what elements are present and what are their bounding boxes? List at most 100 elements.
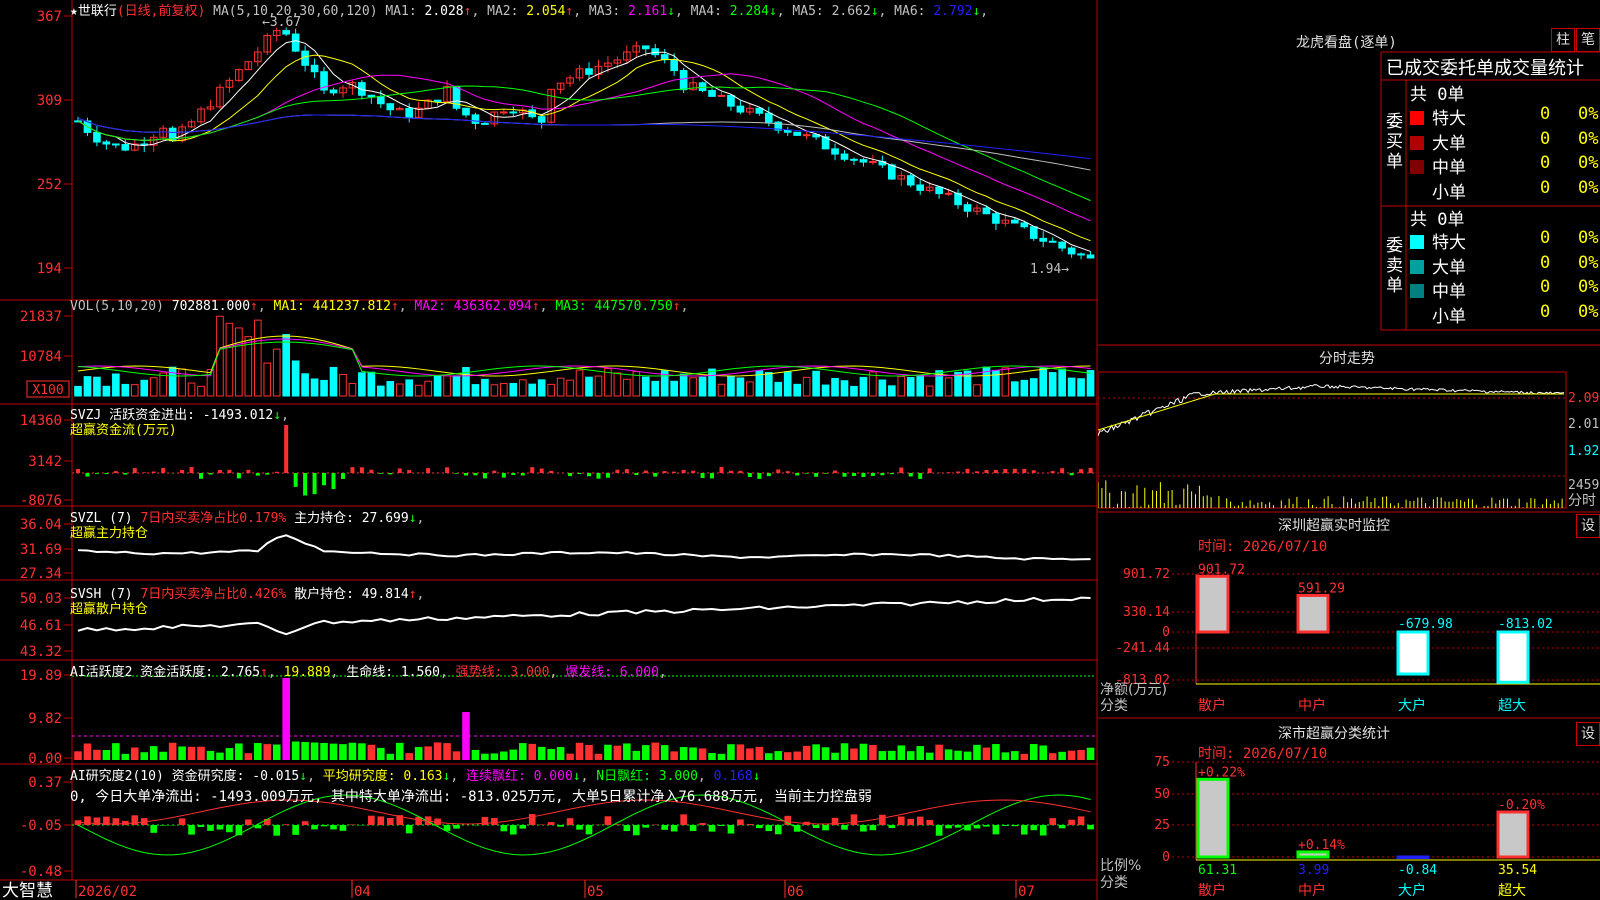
volume-bar bbox=[509, 382, 518, 397]
volume-bar bbox=[1048, 372, 1057, 397]
svzj-bar bbox=[199, 473, 204, 479]
vol-ma-value-3: 447570.750 bbox=[594, 299, 673, 314]
column-button[interactable]: 柱 bbox=[1551, 28, 1575, 52]
monitor-settings-button[interactable]: 设 bbox=[1576, 514, 1600, 538]
ai1-bar bbox=[452, 751, 461, 760]
row-label: 大单 bbox=[1432, 257, 1466, 278]
svzj-bar bbox=[568, 473, 573, 477]
ai1-bar bbox=[1086, 747, 1095, 760]
svzj-bar bbox=[795, 473, 800, 476]
row-label: 小单 bbox=[1432, 306, 1466, 327]
volume-bar bbox=[764, 372, 773, 397]
candle-body bbox=[850, 158, 858, 161]
svzj-bar bbox=[1050, 471, 1055, 473]
ai2-bar bbox=[907, 818, 915, 825]
svzj-bar bbox=[889, 473, 894, 475]
ai1-bar bbox=[83, 743, 92, 760]
svzj-tick-2: -8076 bbox=[20, 493, 62, 509]
volume-bar bbox=[1011, 381, 1019, 397]
svzj-bar bbox=[94, 473, 99, 474]
ai1-bar bbox=[746, 748, 754, 760]
vol-ma-label-1: MA1: bbox=[273, 299, 313, 314]
ai1-bar bbox=[878, 751, 887, 760]
candle-body bbox=[1086, 254, 1095, 259]
svzj-bar bbox=[918, 473, 923, 479]
svzj-bar bbox=[927, 468, 932, 473]
svzl-subtitle: 超赢主力持仓 bbox=[70, 526, 149, 541]
volume-bar bbox=[405, 379, 414, 397]
svzj-bar bbox=[861, 473, 866, 478]
ai1-bar bbox=[604, 744, 612, 760]
ai2-bar bbox=[273, 825, 281, 836]
ai2-bar bbox=[1002, 825, 1009, 826]
svzj-bar bbox=[634, 473, 639, 476]
volume-bar bbox=[1029, 378, 1038, 397]
candle-body bbox=[102, 141, 111, 145]
price-tick-2: 252 bbox=[37, 177, 62, 193]
ai2-bar bbox=[661, 825, 669, 830]
ai1-bar bbox=[500, 751, 508, 760]
volume-bar bbox=[1077, 378, 1085, 397]
row-count: 0 bbox=[1540, 301, 1551, 322]
candle-body bbox=[670, 59, 678, 72]
ma-sep-3: , bbox=[675, 4, 683, 19]
vol-title: VOL(5,10,20) bbox=[70, 299, 164, 314]
candle-body bbox=[840, 153, 849, 160]
ai1-bar bbox=[490, 753, 499, 760]
svzj-bar bbox=[870, 473, 875, 476]
ai1-bar bbox=[140, 752, 149, 760]
svzj-bar bbox=[161, 468, 166, 473]
svzj-bar bbox=[142, 472, 147, 473]
vol-ma-label-3: MA3: bbox=[547, 299, 595, 314]
candle-body bbox=[471, 114, 480, 124]
ai2-bar bbox=[850, 814, 858, 825]
row-count: 0 bbox=[1540, 277, 1551, 297]
x-tick-1: 04 bbox=[354, 884, 371, 900]
candle-body bbox=[831, 148, 839, 155]
volume-bar bbox=[708, 368, 716, 397]
ai1-bar bbox=[641, 745, 650, 760]
ai1-bar bbox=[225, 748, 234, 760]
svzj-bar bbox=[823, 473, 828, 474]
ai2-bar bbox=[207, 825, 214, 831]
volume-bar bbox=[140, 379, 149, 397]
ai2-bar bbox=[197, 825, 205, 827]
volume-bar bbox=[774, 381, 783, 397]
candle-body bbox=[992, 213, 1000, 224]
ai1-burst: 爆发线: 6.000 bbox=[565, 665, 659, 680]
ai2-bar bbox=[822, 825, 829, 831]
stroke-button[interactable]: 笔 bbox=[1576, 28, 1600, 52]
ai1-bar bbox=[698, 748, 707, 760]
star-icon: ★ bbox=[70, 4, 78, 19]
row-count: 0 bbox=[1540, 252, 1551, 273]
ai1-bar bbox=[386, 753, 395, 760]
ai1-bar bbox=[216, 752, 224, 760]
ai2-arrow1: ↓ bbox=[299, 769, 308, 784]
svzj-bar bbox=[946, 472, 951, 473]
volume-bar bbox=[963, 370, 972, 397]
ma-label-2: MA2: bbox=[479, 4, 527, 19]
candle-body bbox=[708, 90, 716, 97]
ai1-bar bbox=[821, 747, 830, 760]
svzj-bar bbox=[454, 473, 459, 474]
ai2-bar bbox=[150, 825, 158, 833]
ma-value-6: 2.792 bbox=[933, 4, 973, 19]
classify-time: 时间: 2026/07/10 bbox=[1198, 746, 1328, 762]
svzj-bar bbox=[766, 473, 771, 477]
ai2-bar bbox=[718, 825, 725, 827]
ai1-bar bbox=[1001, 752, 1010, 760]
ai2-bar bbox=[245, 819, 252, 825]
ma-items: MA1: 2.028↑, MA2: 2.054↑, MA3: 2.161↓, M… bbox=[385, 4, 988, 19]
candle-body bbox=[500, 111, 508, 114]
ai1-life: 生命线: 1.560 bbox=[346, 665, 440, 680]
ai2-bar bbox=[405, 825, 413, 834]
candle-body bbox=[935, 186, 943, 195]
volume-bar bbox=[850, 385, 858, 397]
ai1-bar bbox=[888, 750, 896, 760]
svzj-bar bbox=[833, 470, 838, 473]
ai2-bar bbox=[860, 825, 867, 832]
classify-settings-button[interactable]: 设 bbox=[1576, 722, 1600, 746]
svzl-tick-1: 31.69 bbox=[20, 542, 62, 558]
ai1-bar bbox=[102, 750, 111, 760]
swatch-icon bbox=[1410, 185, 1424, 199]
